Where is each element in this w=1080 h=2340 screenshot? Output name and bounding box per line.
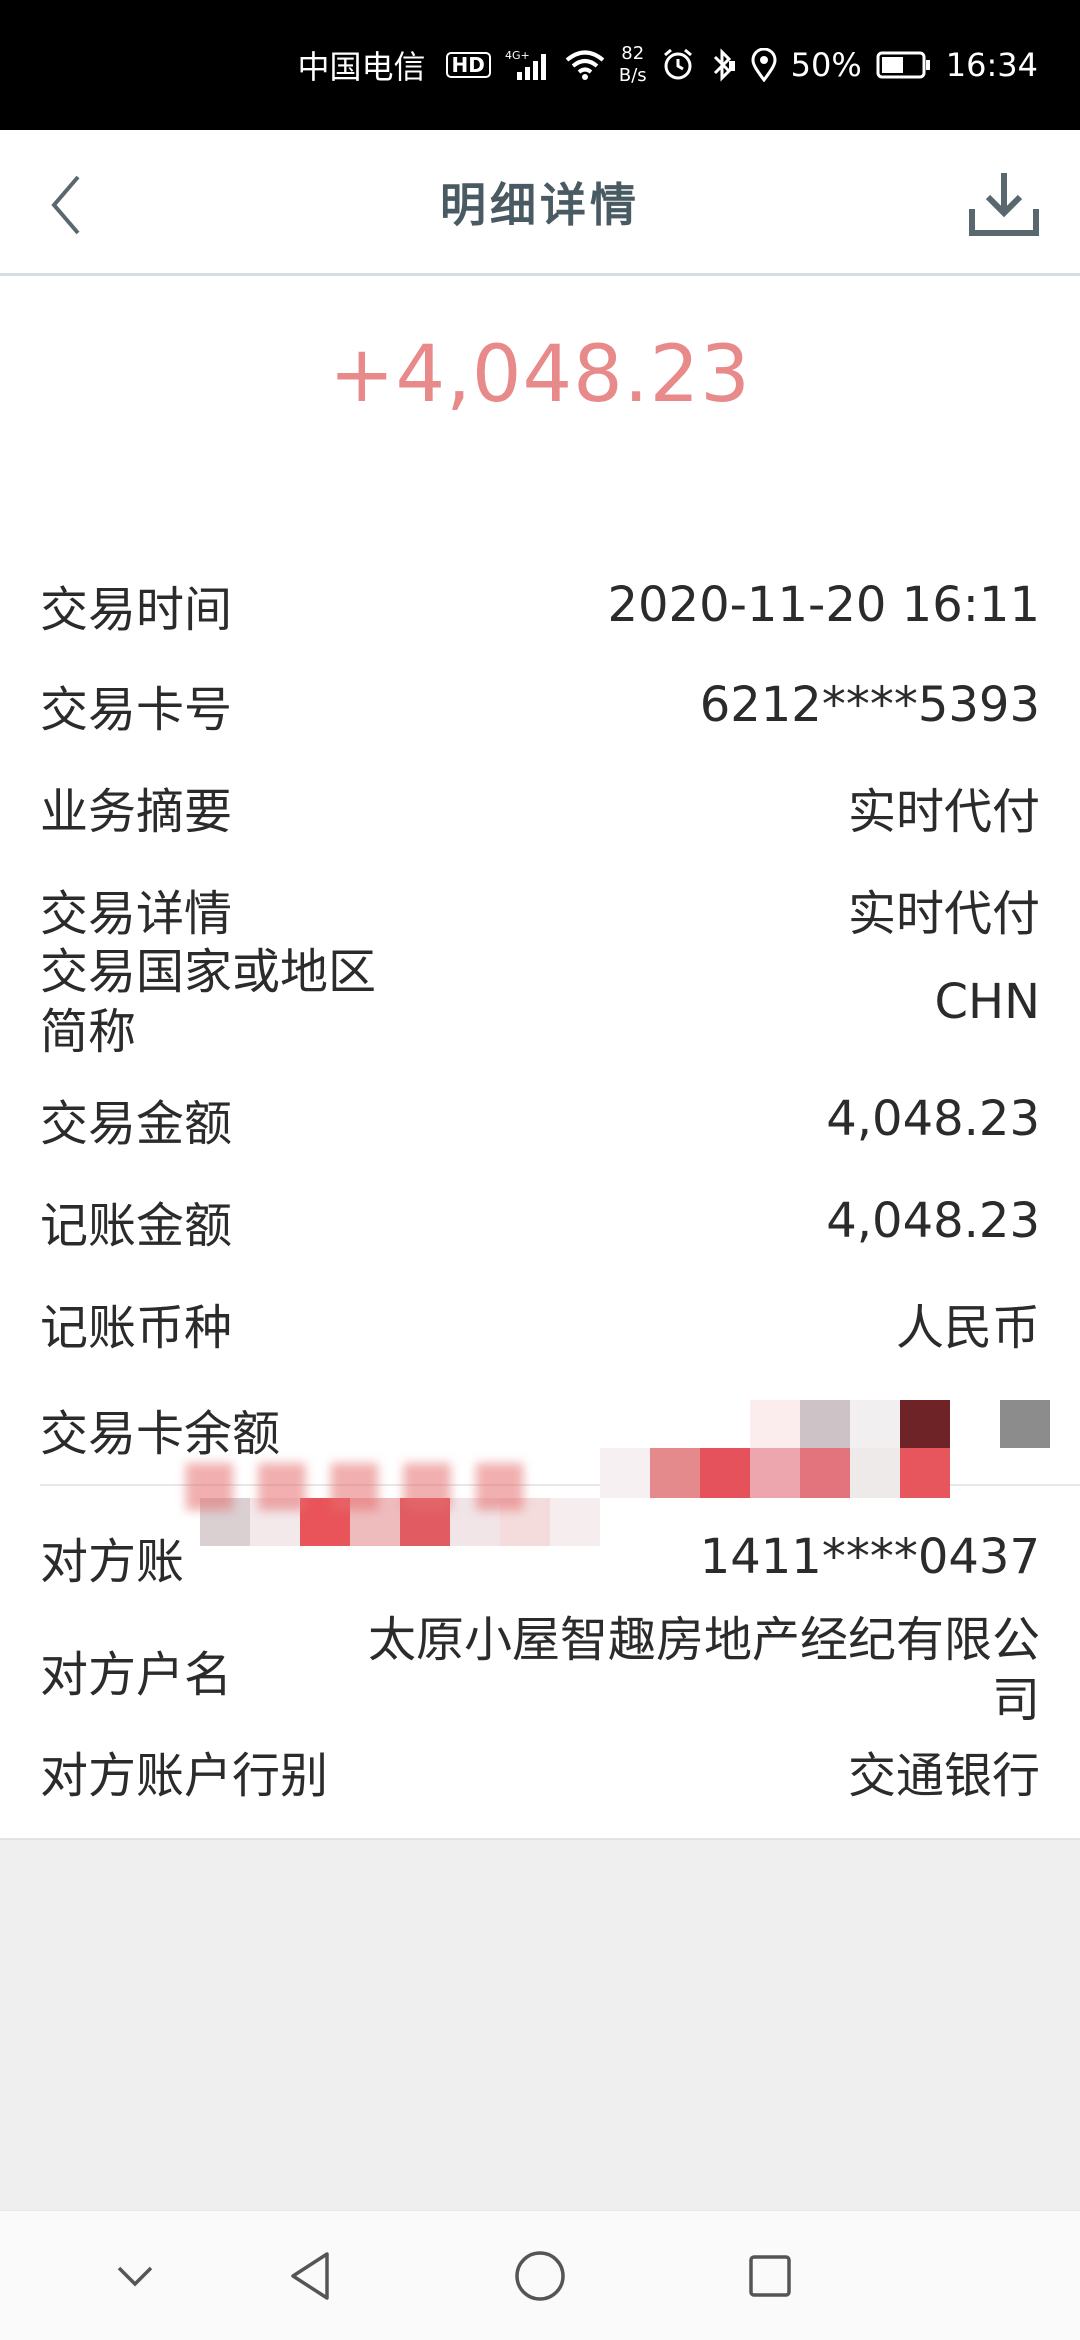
detail-value: 4,048.23	[826, 1193, 1040, 1249]
chevron-down-icon	[117, 2266, 153, 2287]
detail-row-time: 交易时间 2020-11-20 16:11	[40, 570, 1040, 640]
page-title: 明细详情	[440, 177, 640, 232]
detail-row-currency: 记账币种 人民币	[40, 1288, 1040, 1358]
watermark-overlay: ■■■■■	[180, 1445, 543, 1518]
nav-back-button[interactable]	[280, 2246, 340, 2306]
nav-home-button[interactable]	[510, 2246, 570, 2306]
detail-value: 4,048.23	[826, 1091, 1040, 1147]
nav-collapse-button[interactable]	[105, 2246, 165, 2306]
detail-label: 对方户名	[40, 1647, 233, 1703]
detail-label: 对方账	[40, 1534, 185, 1590]
net-rate-unit: B/s	[618, 65, 647, 86]
detail-row-card-number: 交易卡号 6212****5393	[40, 670, 1040, 740]
detail-row-booked-amount: 记账金额 4,048.23	[40, 1186, 1040, 1256]
detail-label: 交易详情	[40, 886, 233, 942]
detail-label: 对方账户行别	[40, 1748, 329, 1804]
detail-value: 6212****5393	[699, 677, 1040, 733]
detail-row-transaction-details: 交易详情 实时代付	[40, 874, 1040, 944]
status-bar: 中国电信 HD 4G+ 82 B/s 50% 16:34	[0, 0, 1080, 130]
detail-value: 太原小屋智趣房地产经纪有限公司	[367, 1612, 1040, 1728]
hd-badge: HD	[445, 52, 491, 78]
header: 明细详情	[0, 130, 1080, 276]
empty-area	[0, 1840, 1080, 2210]
triangle-back-icon	[291, 2252, 329, 2300]
download-icon	[969, 173, 1039, 236]
download-button[interactable]	[964, 168, 1044, 240]
signal-icon: 4G+	[505, 48, 551, 82]
detail-row-country: 交易国家或地区简称 CHN	[40, 942, 1040, 1062]
detail-value: 实时代付	[847, 784, 1040, 840]
circle-home-icon	[515, 2251, 565, 2301]
net-rate: 82 B/s	[619, 43, 647, 87]
detail-row-counterparty-name: 对方户名 太原小屋智趣房地产经纪有限公司	[40, 1610, 1040, 1730]
wifi-icon	[565, 49, 605, 81]
clock: 16:34	[945, 46, 1038, 84]
detail-label: 记账币种	[40, 1300, 233, 1356]
svg-text:4G+: 4G+	[505, 49, 530, 62]
detail-row-summary: 业务摘要 实时代付	[40, 772, 1040, 842]
bluetooth-icon	[709, 48, 737, 82]
detail-label: 交易金额	[40, 1096, 233, 1152]
detail-value: 交通银行	[847, 1748, 1040, 1804]
screen: 中国电信 HD 4G+ 82 B/s 50% 16:34 明细详情 +4,048…	[0, 0, 1080, 2340]
net-rate-value: 82	[621, 43, 645, 64]
detail-label: 业务摘要	[40, 784, 233, 840]
transaction-amount: +4,048.23	[329, 330, 751, 420]
square-recents-icon	[749, 2255, 791, 2297]
location-icon	[751, 48, 777, 82]
detail-value: 1411****0437	[699, 1529, 1040, 1585]
detail-row-counterparty-bank: 对方账户行别 交通银行	[40, 1736, 1040, 1806]
back-button[interactable]	[36, 170, 96, 240]
detail-value: 实时代付	[847, 886, 1040, 942]
navigation-bar	[0, 2210, 1080, 2340]
alarm-icon	[661, 48, 695, 82]
battery-percent: 50%	[790, 46, 862, 84]
chevron-left-icon	[51, 175, 80, 235]
detail-value: CHN	[934, 974, 1040, 1030]
nav-recents-button[interactable]	[740, 2246, 800, 2306]
battery-icon	[876, 50, 932, 80]
carrier-name: 中国电信	[297, 48, 426, 86]
detail-label: 记账金额	[40, 1198, 233, 1254]
detail-label: 交易国家或地区简称	[40, 944, 377, 1060]
detail-value: 人民币	[895, 1300, 1040, 1356]
detail-label: 交易时间	[40, 582, 233, 638]
detail-label: 交易卡号	[40, 682, 233, 738]
detail-value: 2020-11-20 16:11	[607, 577, 1040, 633]
detail-row-transaction-amount: 交易金额 4,048.23	[40, 1084, 1040, 1154]
